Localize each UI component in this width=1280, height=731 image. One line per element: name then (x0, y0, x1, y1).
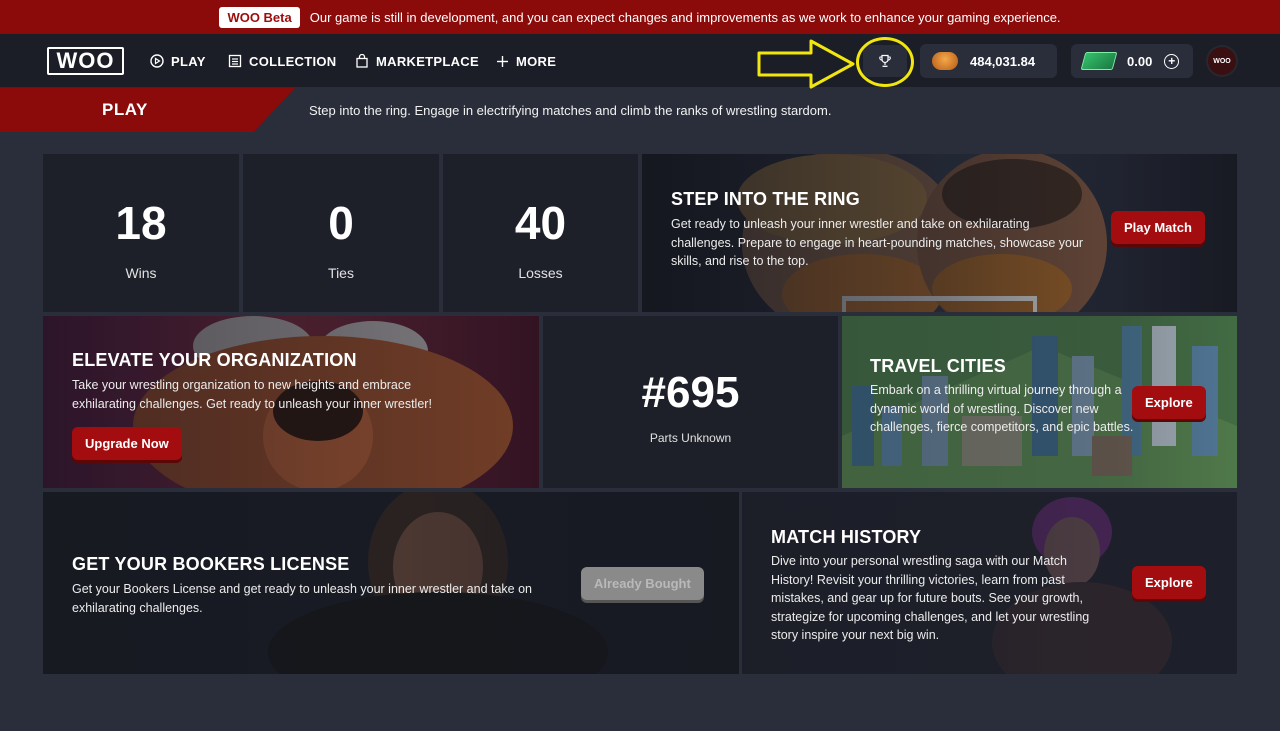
travel-title: TRAVEL CITIES (870, 356, 1006, 376)
already-bought-button: Already Bought (581, 567, 704, 600)
coin-balance[interactable]: 484,031.84 (920, 44, 1057, 78)
organization-title: ELEVATE YOUR ORGANIZATION (72, 350, 357, 370)
nav-play-label: PLAY (171, 53, 206, 69)
nav-more[interactable]: MORE (496, 52, 556, 70)
bookers-text: Get your Bookers License and get ready t… (72, 582, 532, 615)
step-ring-title: STEP INTO THE RING (671, 189, 860, 209)
page-title: PLAY (102, 100, 148, 119)
nav-marketplace[interactable]: MARKETPLACE (355, 52, 479, 70)
ties-label: Ties (328, 265, 354, 281)
upgrade-now-button[interactable]: Upgrade Now (72, 427, 182, 460)
page-header: PLAY Step into the ring. Engage in elect… (0, 87, 1280, 132)
history-title: MATCH HISTORY (771, 527, 922, 547)
cash-icon (1080, 52, 1118, 70)
losses-label: Losses (518, 265, 563, 281)
step-into-ring-card: STEP INTO THE RING Get ready to unleash … (642, 154, 1237, 312)
shopping-bag-icon (356, 54, 368, 68)
stat-wins-card: 18 Wins (43, 154, 239, 312)
wins-value: 18 (115, 197, 167, 249)
play-circle-icon (150, 54, 164, 68)
add-funds-icon[interactable]: + (1164, 53, 1180, 69)
beta-banner: WOO Beta Our game is still in developmen… (0, 0, 1280, 34)
wins-label: Wins (125, 265, 157, 281)
beta-message: Our game is still in development, and yo… (309, 9, 1061, 25)
page-subtitle: Step into the ring. Engage in electrifyi… (309, 103, 832, 118)
bookers-license-card: GET YOUR BOOKERS LICENSE Get your Booker… (43, 492, 739, 674)
plus-icon (497, 55, 508, 67)
nav-more-label: MORE (516, 53, 557, 69)
stat-ties-card: 0 Ties (243, 154, 439, 312)
losses-value: 40 (514, 197, 567, 249)
elevate-organization-card: ELEVATE YOUR ORGANIZATION Take your wres… (43, 316, 539, 488)
organization-text: Take your wrestling organization to new … (72, 378, 432, 411)
rank-card: #695 Parts Unknown (543, 316, 838, 488)
beta-badge: WOO Beta (219, 6, 300, 28)
travel-text: Embark on a thrilling virtual journey th… (870, 383, 1134, 434)
nav-collection[interactable]: COLLECTION (228, 52, 337, 70)
bookers-title: GET YOUR BOOKERS LICENSE (72, 554, 350, 574)
coin-icon (932, 52, 958, 70)
coin-balance-value: 484,031.84 (970, 53, 1036, 69)
annotation-arrow-icon (757, 39, 855, 89)
history-text: Dive into your personal wrestling saga w… (771, 554, 1090, 642)
rank-location: Parts Unknown (649, 431, 732, 445)
top-nav: WOO PLAY COLLECTION MARKETPLACE MORE 484… (0, 34, 1280, 89)
woo-logo[interactable]: WOO (47, 47, 124, 75)
cash-balance-value: 0.00 (1127, 53, 1153, 69)
cash-balance[interactable]: 0.00 + (1071, 44, 1193, 78)
nav-collection-label: COLLECTION (249, 53, 337, 69)
travel-cities-card: TRAVEL CITIES Embark on a thrilling virt… (842, 316, 1237, 488)
collection-icon (228, 54, 242, 68)
rank-value: #695 (641, 368, 740, 417)
nav-marketplace-label: MARKETPLACE (376, 53, 479, 69)
annotation-circle (856, 37, 914, 87)
history-explore-button[interactable]: Explore (1132, 566, 1206, 599)
stat-losses-card: 40 Losses (443, 154, 638, 312)
nav-play[interactable]: PLAY (150, 52, 206, 70)
step-ring-text: Get ready to unleash your inner wrestler… (671, 217, 1084, 268)
match-history-card: MATCH HISTORY Dive into your personal wr… (742, 492, 1237, 674)
ties-value: 0 (328, 197, 354, 249)
travel-explore-button[interactable]: Explore (1132, 386, 1206, 419)
avatar[interactable]: WOO (1206, 45, 1238, 77)
play-match-button[interactable]: Play Match (1111, 211, 1205, 244)
